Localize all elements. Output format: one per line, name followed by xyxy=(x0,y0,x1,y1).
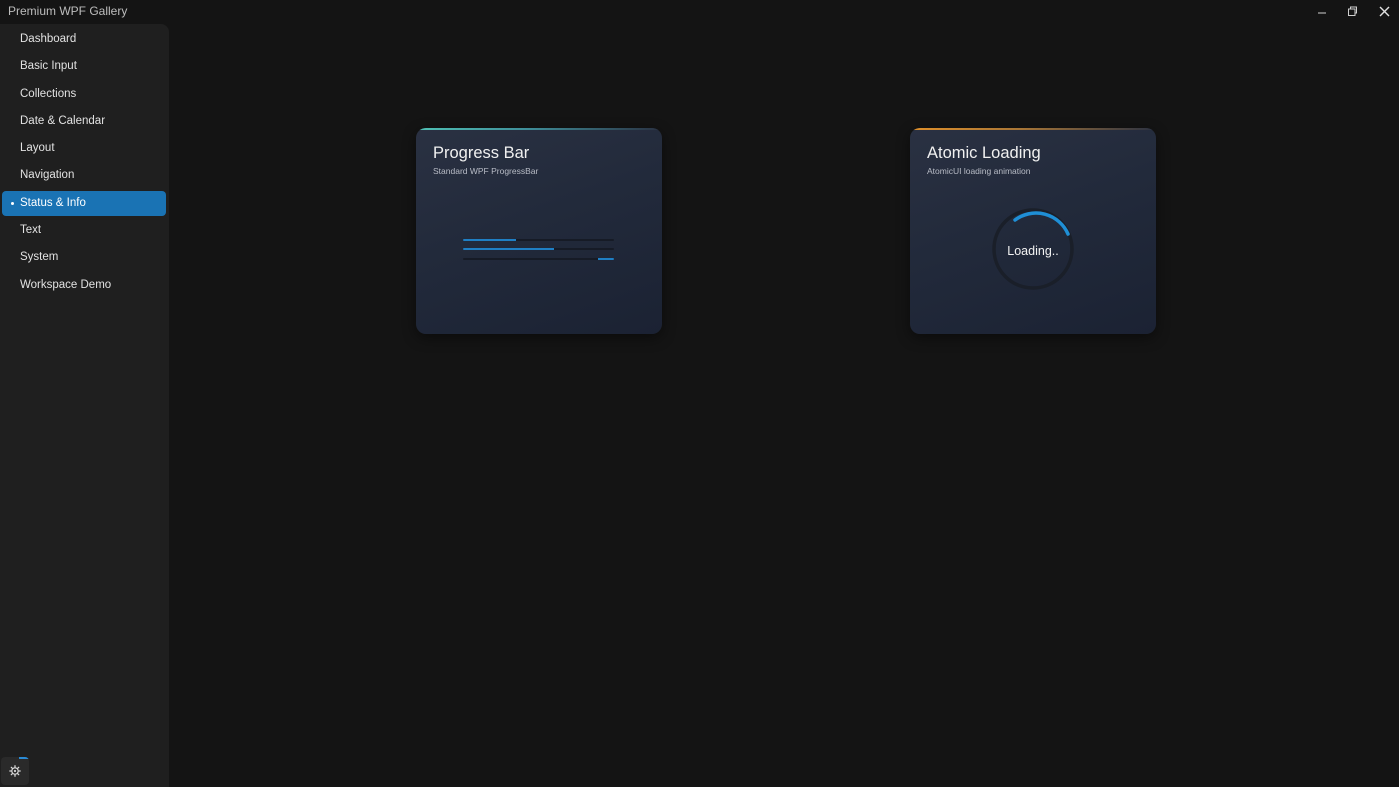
sidebar-item-layout[interactable]: Layout xyxy=(2,136,166,161)
active-indicator-dot xyxy=(11,201,14,205)
sidebar-item-text[interactable]: Text xyxy=(2,218,166,243)
sidebar-item-navigation[interactable]: Navigation xyxy=(2,163,166,188)
sidebar-item-label: Date & Calendar xyxy=(20,114,106,127)
sidebar-item-workspace-demo[interactable]: Workspace Demo xyxy=(2,273,166,298)
window-title: Premium WPF Gallery xyxy=(8,4,128,18)
card-accent-bar xyxy=(910,128,1156,130)
progress-bar-indeterminate xyxy=(463,258,614,260)
restore-icon xyxy=(1347,6,1357,16)
progress-bar-fill xyxy=(463,239,516,241)
sidebar-item-label: Collections xyxy=(20,87,77,100)
sidebar-item-status-info[interactable]: Status & Info xyxy=(2,190,166,216)
sidebar-item-collections[interactable]: Collections xyxy=(2,82,166,107)
app-window: Premium WPF Gallery Dashboard Basic Inpu… xyxy=(0,0,1399,787)
close-button[interactable] xyxy=(1369,0,1399,22)
sidebar-item-date-calendar[interactable]: Date & Calendar xyxy=(2,109,166,134)
sidebar-item-label: Text xyxy=(20,224,42,237)
sidebar-item-label: Dashboard xyxy=(20,33,77,45)
minimize-button[interactable] xyxy=(1307,0,1337,22)
title-bar[interactable]: Premium WPF Gallery xyxy=(0,0,1399,22)
card-subtitle: AtomicUI loading animation xyxy=(927,166,1031,176)
sidebar-item-label: Navigation xyxy=(20,169,75,182)
sidebar-item-basic-input[interactable]: Basic Input xyxy=(2,54,166,79)
atomic-loading-card[interactable]: Atomic Loading AtomicUI loading animatio… xyxy=(910,128,1156,334)
minimize-icon xyxy=(1318,12,1326,14)
sidebar-item-label: Workspace Demo xyxy=(20,278,112,291)
card-subtitle: Standard WPF ProgressBar xyxy=(433,166,539,176)
progress-bar-indeterminate-chunk xyxy=(598,258,614,260)
gear-icon xyxy=(9,765,21,777)
progress-bar-fill xyxy=(463,248,554,250)
card-accent-bar xyxy=(416,128,662,130)
sidebar-item-label: Status & Info xyxy=(20,196,86,209)
sidebar: Dashboard Basic Input Collections Date &… xyxy=(0,24,169,787)
sidebar-item-dashboard[interactable]: Dashboard xyxy=(2,27,166,52)
sidebar-item-label: System xyxy=(20,251,59,264)
progress-bar-2 xyxy=(463,248,614,250)
restore-button[interactable] xyxy=(1337,0,1367,22)
close-icon xyxy=(1379,6,1389,16)
nav-list: Dashboard Basic Input Collections Date &… xyxy=(2,27,166,300)
card-title: Progress Bar xyxy=(433,144,530,162)
sidebar-item-label: Basic Input xyxy=(20,60,77,73)
card-title: Atomic Loading xyxy=(927,144,1041,162)
loading-text: Loading.. xyxy=(1007,244,1059,258)
sidebar-item-system[interactable]: System xyxy=(2,245,166,270)
progress-bar-card[interactable]: Progress Bar Standard WPF ProgressBar xyxy=(416,128,662,334)
settings-button[interactable] xyxy=(1,757,29,785)
sidebar-item-label: Layout xyxy=(20,142,55,155)
progress-bar-1 xyxy=(463,239,614,241)
